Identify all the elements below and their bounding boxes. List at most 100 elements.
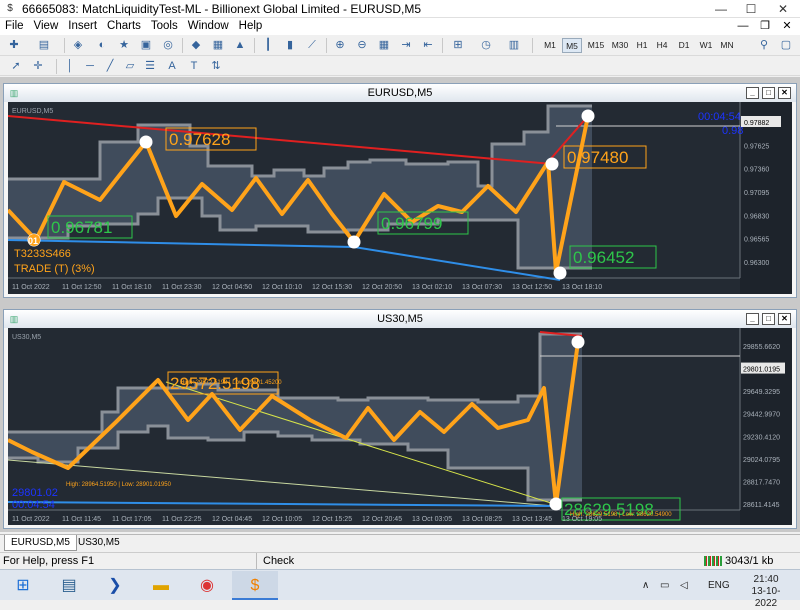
new-order-icon[interactable]: ▦ — [210, 38, 226, 53]
equidistant-channel-icon[interactable]: ▱ — [122, 59, 138, 74]
timeframe-m15[interactable]: M15 — [584, 38, 608, 53]
zoom-in-icon[interactable]: ⊕ — [332, 38, 348, 53]
text-label-icon[interactable]: T — [186, 59, 202, 74]
tab-eurusd[interactable]: EURUSD,M5 — [4, 535, 77, 551]
search-icon[interactable]: ⚲ — [756, 38, 772, 53]
crosshair-icon[interactable]: ✛ — [30, 59, 46, 74]
toolbar-separator — [56, 59, 57, 74]
menu-file[interactable]: File — [0, 18, 29, 35]
language-indicator[interactable]: ENG — [708, 570, 730, 601]
metatrader-taskbar-icon[interactable]: $ — [232, 571, 278, 600]
chart-window-eurusd[interactable]: ▥ EURUSD,M5 _ □ ✕ EURUSD,M5 01 0.97628 0.96… — [3, 83, 797, 298]
periods-icon[interactable]: ◷ — [478, 38, 494, 53]
chrome-icon[interactable]: ◉ — [184, 571, 230, 600]
terminal-icon[interactable]: ▣ — [138, 38, 154, 53]
timeframe-d1[interactable]: D1 — [674, 38, 694, 53]
chart-close-button[interactable]: ✕ — [778, 313, 791, 325]
chart-window-icon: ▥ — [9, 314, 19, 324]
arrows-icon[interactable]: ⇅ — [208, 59, 224, 74]
bar-chart-icon[interactable]: ┃ — [260, 38, 276, 53]
timeframe-m1[interactable]: M1 — [540, 38, 560, 53]
clock[interactable]: 21:40 13-10-2022 — [744, 574, 788, 610]
powershell-icon[interactable]: ❯ — [92, 571, 138, 600]
timeframe-w1[interactable]: W1 — [696, 38, 716, 53]
timeframe-h1[interactable]: H1 — [632, 38, 652, 53]
value-label: 0.97480 — [567, 148, 628, 167]
menu-window[interactable]: Window — [183, 18, 234, 35]
market-watch-icon[interactable]: ◈ — [70, 38, 86, 53]
horizontal-line-icon[interactable]: ─ — [82, 59, 98, 74]
chart-plot-us30[interactable]: US30,M5 29572.5198 28629.5198 High: 29572.5… — [8, 328, 792, 525]
time-tick-label: 12 Oct 15:25 — [312, 516, 352, 523]
mdi-minimize-button[interactable]: — — [732, 18, 754, 35]
chart-shift-icon[interactable]: ⇤ — [420, 38, 436, 53]
chart-plot-eurusd[interactable]: EURUSD,M5 01 0.97628 0.96781 0.96799 0.97480 0… — [8, 102, 792, 294]
text-icon[interactable]: A — [164, 59, 180, 74]
tray-expand-icon[interactable]: ∧ — [642, 570, 649, 601]
chart-minimize-button[interactable]: _ — [746, 313, 759, 325]
price-tick-label: 0.96300 — [744, 260, 769, 267]
price-chart-canvas[interactable]: US30,M529572.519828629.5198High: 29572.5… — [8, 328, 792, 525]
navigator-icon[interactable]: ★ — [116, 38, 132, 53]
menu-view[interactable]: View — [29, 18, 64, 35]
fibonacci-icon[interactable]: ☰ — [142, 59, 158, 74]
drawing-toolbar: ➚ ✛ │ ─ ╱ ▱ ☰ A T ⇅ — [0, 56, 800, 76]
cursor-icon[interactable]: ➚ — [8, 59, 24, 74]
indicators-icon[interactable]: ⊞ — [450, 38, 466, 53]
templates-icon[interactable]: ▥ — [506, 38, 522, 53]
mdi-close-button[interactable]: ✕ — [776, 18, 798, 35]
status-bar: For Help, press F1 Check 3043/1 kb — [0, 552, 800, 569]
profiles-icon[interactable]: ▤ — [36, 38, 52, 53]
minimize-button[interactable]: — — [706, 0, 736, 18]
candlestick-icon[interactable]: ▮ — [282, 38, 298, 53]
chat-icon[interactable]: ▢ — [778, 38, 794, 53]
zoom-out-icon[interactable]: ⊖ — [354, 38, 370, 53]
menu-charts[interactable]: Charts — [102, 18, 146, 35]
autotrading-icon[interactable]: ▲ — [232, 38, 248, 53]
timeframe-m5[interactable]: M5 — [562, 38, 582, 53]
time-tick-label: 11 Oct 23:30 — [162, 284, 202, 291]
timeframe-mn[interactable]: MN — [716, 38, 738, 53]
price-chart-canvas[interactable]: EURUSD,M5 01 0.97628 0.96781 0.96799 0.97480 0… — [8, 102, 792, 294]
chart-maximize-button[interactable]: □ — [762, 87, 775, 99]
data-window-icon[interactable]: ◐ — [94, 38, 110, 53]
chart-maximize-button[interactable]: □ — [762, 313, 775, 325]
time-tick-label: 11 Oct 18:10 — [112, 284, 152, 291]
chart-window-us30[interactable]: ▥ US30,M5 _ □ ✕ US30,M5 29572.5198 28629.5… — [3, 309, 797, 529]
metaeditor-icon[interactable]: ◆ — [188, 38, 204, 53]
mdi-area: ▥ EURUSD,M5 _ □ ✕ EURUSD,M5 01 0.97628 0.96… — [0, 77, 800, 532]
trendline-icon[interactable]: ╱ — [102, 59, 118, 74]
price-tick-label: 29230.4120 — [743, 434, 780, 441]
line-chart-icon[interactable]: ⟋ — [304, 38, 320, 53]
volume-icon[interactable]: ◁ — [680, 570, 688, 601]
chart-tabs: EURUSD,M5 US30,M5 — [0, 534, 800, 551]
chart-minimize-button[interactable]: _ — [746, 87, 759, 99]
mdi-restore-button[interactable]: ❐ — [754, 18, 776, 35]
new-chart-icon[interactable]: ✚ — [6, 38, 22, 53]
chart-close-button[interactable]: ✕ — [778, 87, 791, 99]
close-button[interactable]: ✕ — [768, 0, 798, 18]
timeframe-m30[interactable]: M30 — [608, 38, 632, 53]
tester-icon[interactable]: ◎ — [160, 38, 176, 53]
price-tick-label: 0.97095 — [744, 190, 769, 197]
network-icon[interactable]: ▭ — [660, 570, 669, 601]
price-tick-label: 29442.9970 — [743, 412, 780, 419]
time-tick-label: 13 Oct 12:50 — [512, 284, 552, 291]
start-button-icon[interactable]: ⊞ — [0, 571, 46, 600]
time-tick-label: 12 Oct 04:45 — [212, 516, 252, 523]
menu-tools[interactable]: Tools — [146, 18, 183, 35]
time-tick-label: 12 Oct 20:50 — [362, 284, 402, 291]
toolbar-separator — [64, 38, 65, 53]
price-tick-label: 0.96565 — [744, 237, 769, 244]
menu-help[interactable]: Help — [234, 18, 268, 35]
vertical-line-icon[interactable]: │ — [62, 59, 78, 74]
menu-insert[interactable]: Insert — [63, 18, 102, 35]
maximize-button[interactable]: ☐ — [736, 0, 766, 18]
server-manager-icon[interactable]: ▤ — [46, 571, 92, 600]
autoscroll-icon[interactable]: ⇥ — [398, 38, 414, 53]
swing-point — [347, 235, 361, 249]
tab-us30[interactable]: US30,M5 — [72, 535, 126, 551]
timeframe-h4[interactable]: H4 — [652, 38, 672, 53]
file-explorer-icon[interactable]: ▬ — [138, 571, 184, 600]
tile-windows-icon[interactable]: ▦ — [376, 38, 392, 53]
